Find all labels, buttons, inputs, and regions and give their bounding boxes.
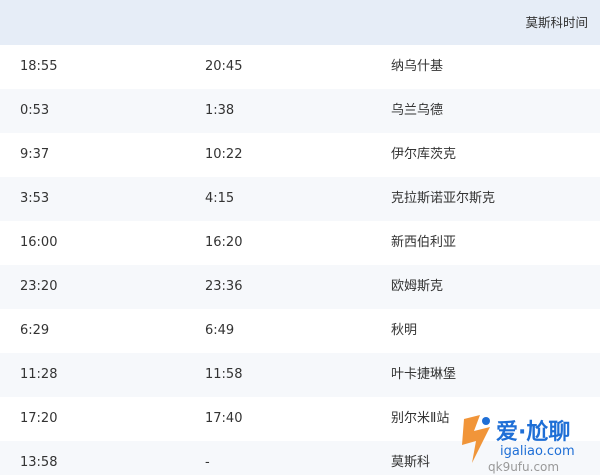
table-row: 13:58 - 莫斯科 <box>0 441 600 475</box>
arrival-time: 3:53 <box>20 191 50 206</box>
table-row: 9:37 10:22 伊尔库茨克 <box>0 133 600 177</box>
header-moscow-time: 莫斯科时间 <box>525 15 588 30</box>
station-name: 乌兰乌德 <box>391 103 444 118</box>
table-header: 莫斯科时间 <box>0 0 600 45</box>
table-row: 3:53 4:15 克拉斯诺亚尔斯克 <box>0 177 600 221</box>
table-row: 6:29 6:49 秋明 <box>0 309 600 353</box>
departure-time: 1:38 <box>205 103 235 118</box>
schedule-table: 莫斯科时间 18:55 20:45 纳乌什基 0:53 1:38 乌兰乌德 9:… <box>0 0 600 475</box>
table-row: 11:28 11:58 叶卡捷琳堡 <box>0 353 600 397</box>
station-name: 莫斯科 <box>391 455 431 470</box>
station-name: 克拉斯诺亚尔斯克 <box>391 191 496 206</box>
table-row: 17:20 17:40 别尔米Ⅱ站 <box>0 397 600 441</box>
station-name: 叶卡捷琳堡 <box>391 367 457 382</box>
departure-time: 20:45 <box>205 59 243 74</box>
departure-time: 6:49 <box>205 323 235 338</box>
departure-time: 11:58 <box>205 367 243 382</box>
departure-time: 4:15 <box>205 191 235 206</box>
arrival-time: 23:20 <box>20 279 58 294</box>
table-row: 16:00 16:20 新西伯利亚 <box>0 221 600 265</box>
arrival-time: 0:53 <box>20 103 50 118</box>
arrival-time: 17:20 <box>20 411 58 426</box>
arrival-time: 11:28 <box>20 367 58 382</box>
station-name: 新西伯利亚 <box>391 235 457 250</box>
station-name: 欧姆斯克 <box>391 279 444 294</box>
departure-time: - <box>205 455 210 470</box>
table-row: 18:55 20:45 纳乌什基 <box>0 45 600 89</box>
departure-time: 10:22 <box>205 147 243 162</box>
station-name: 别尔米Ⅱ站 <box>391 411 450 426</box>
arrival-time: 16:00 <box>20 235 58 250</box>
departure-time: 17:40 <box>205 411 243 426</box>
table-row: 23:20 23:36 欧姆斯克 <box>0 265 600 309</box>
table-row: 0:53 1:38 乌兰乌德 <box>0 89 600 133</box>
departure-time: 16:20 <box>205 235 243 250</box>
arrival-time: 13:58 <box>20 455 58 470</box>
arrival-time: 18:55 <box>20 59 58 74</box>
arrival-time: 9:37 <box>20 147 50 162</box>
station-name: 纳乌什基 <box>391 59 444 74</box>
arrival-time: 6:29 <box>20 323 50 338</box>
departure-time: 23:36 <box>205 279 243 294</box>
station-name: 秋明 <box>391 323 418 338</box>
station-name: 伊尔库茨克 <box>391 147 457 162</box>
